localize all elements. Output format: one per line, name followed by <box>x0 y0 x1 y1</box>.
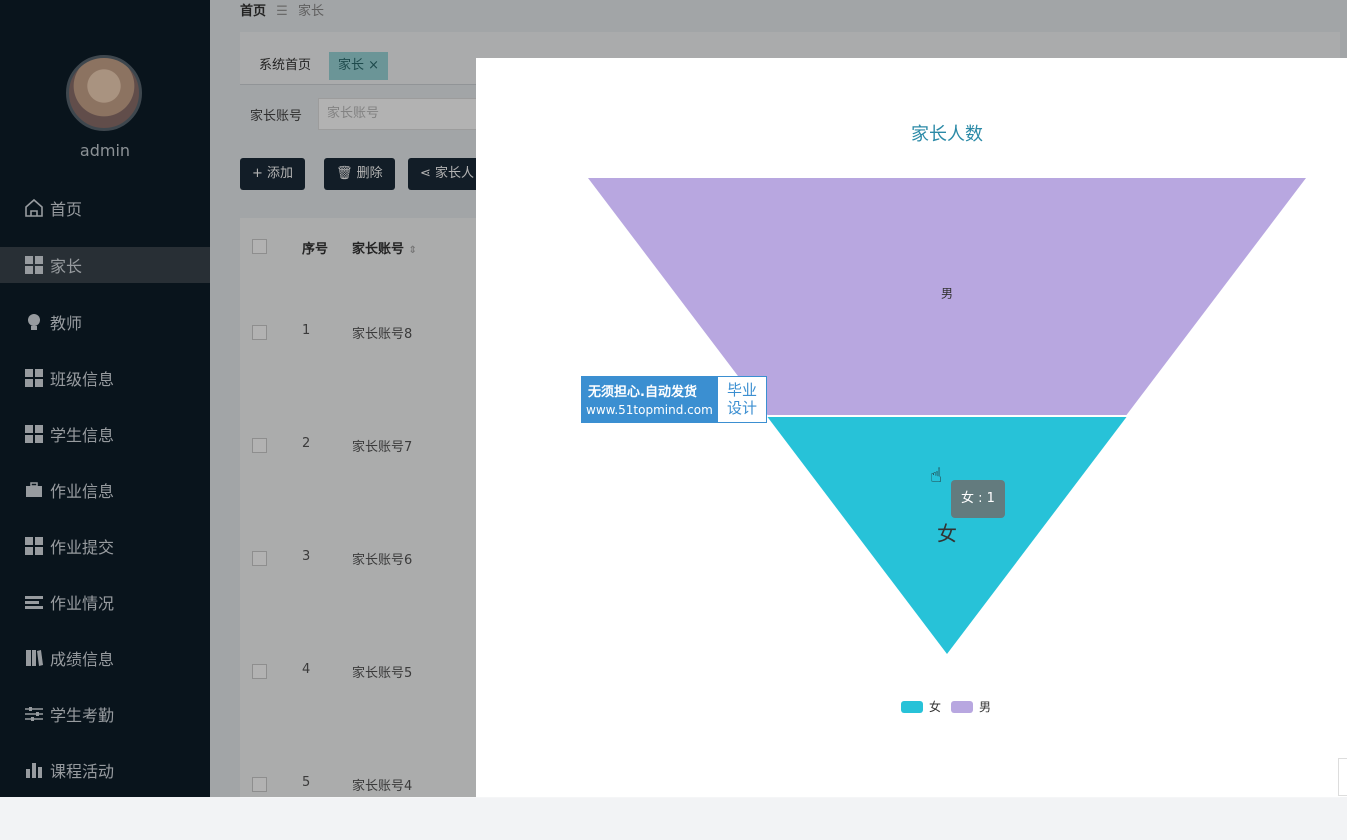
watermark-line2: www.51topmind.com <box>586 403 713 417</box>
watermark-right2: 设计 <box>726 399 757 417</box>
chart-tooltip: 女 : 1 <box>951 480 1005 518</box>
watermark-right1: 毕业 <box>726 381 757 399</box>
funnel-chart: 男女 <box>588 178 1306 654</box>
legend-item-male[interactable]: 男 <box>951 698 991 715</box>
legend-swatch-male <box>951 700 974 713</box>
legend-label: 女 <box>929 700 942 714</box>
watermark-logo: 无须担心.自动发货 www.51topmind.com 毕业 设计 <box>581 376 767 423</box>
scroll-corner <box>1338 758 1347 796</box>
chart-modal: 家长人数 男女 无须担心.自动发货 www.51topmind.com 毕业 设… <box>476 58 1347 797</box>
hand-cursor-icon: ☝ <box>930 463 943 487</box>
watermark-line1: 无须担心.自动发货 <box>588 385 697 400</box>
funnel-label-0: 男 <box>941 287 953 301</box>
legend-label: 男 <box>979 700 992 714</box>
legend-swatch-female <box>901 700 923 713</box>
legend-item-female[interactable]: 女 <box>901 698 941 715</box>
chart-legend: 女 男 <box>901 698 1001 715</box>
funnel-label-1: 女 <box>937 522 957 546</box>
